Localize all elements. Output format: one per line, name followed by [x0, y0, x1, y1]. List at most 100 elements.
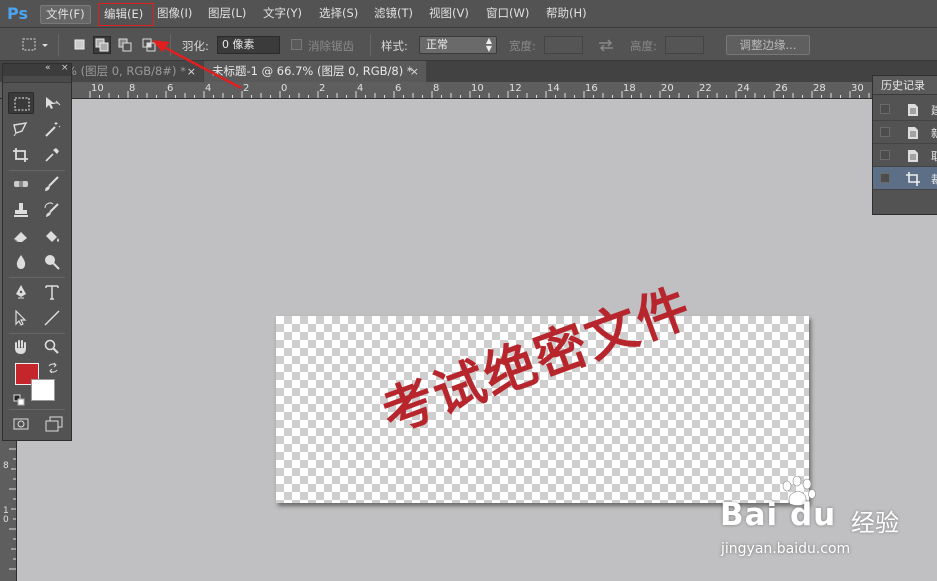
spot-healing-tool[interactable] [8, 173, 34, 195]
history-row[interactable]: 建 [873, 98, 937, 121]
quick-mask-icon[interactable] [12, 417, 30, 434]
ruler-tick-label: 4 [357, 83, 364, 94]
collapse-panel-icon[interactable]: « [45, 63, 51, 73]
antialias-label: 消除锯齿 [308, 39, 354, 53]
width-input[interactable] [544, 36, 583, 54]
text-icon [45, 285, 59, 300]
history-row[interactable]: 新 [873, 121, 937, 144]
menu-edit[interactable]: 编辑(E) [98, 3, 154, 26]
history-checkbox[interactable] [880, 150, 890, 160]
dodge-icon [45, 255, 60, 270]
tool-separator [9, 170, 65, 171]
dodge-tool[interactable] [39, 251, 65, 273]
history-brush-tool[interactable] [39, 199, 65, 221]
add-to-selection-icon[interactable] [93, 36, 111, 54]
history-row-active[interactable]: 裁 [873, 167, 937, 190]
history-panel-tab[interactable]: 历史记录 [873, 76, 937, 95]
antialias-checkbox[interactable] [291, 39, 302, 50]
eyedropper-icon [45, 148, 59, 162]
height-input[interactable] [665, 36, 704, 54]
brush-tool[interactable] [39, 173, 65, 195]
line-icon [44, 310, 60, 326]
menu-layer[interactable]: 图层(L) [203, 5, 251, 24]
menu-bar: Ps 文件(F) 编辑(E) 图像(I) 图层(L) 文字(Y) 选择(S) 滤… [0, 0, 937, 28]
feather-input[interactable]: 0 像素 [217, 36, 280, 54]
menu-help[interactable]: 帮助(H) [541, 5, 592, 24]
magnifier-icon [44, 339, 59, 354]
style-label: 样式: [381, 39, 408, 53]
close-panel-icon[interactable]: × [61, 63, 69, 73]
hand-icon [15, 340, 26, 354]
pen-tool[interactable] [8, 281, 34, 303]
history-checkbox[interactable] [880, 104, 890, 114]
options-separator [170, 34, 171, 56]
ruler-tick-label: 8 [433, 83, 440, 94]
ruler-tick-label: 24 [737, 83, 750, 94]
history-step-name: 取 [931, 150, 937, 163]
ruler-tick-label: 20 [661, 83, 674, 94]
subtract-from-selection-icon[interactable] [118, 38, 132, 52]
menu-select[interactable]: 选择(S) [314, 5, 363, 24]
history-checkbox[interactable] [880, 127, 890, 137]
path-selection-icon [15, 310, 27, 326]
screen-mode-icon[interactable] [44, 416, 64, 435]
ruler-tick-label: 2 [243, 83, 250, 94]
document-icon [908, 127, 918, 139]
history-panel: 历史记录 建 新 取 裁 [872, 75, 937, 215]
crop-icon [906, 172, 920, 186]
document-tab-active[interactable]: 未标题-1 @ 66.7% (图层 0, RGB/8) * × [204, 61, 426, 82]
ruler-tick-label: 28 [813, 83, 826, 94]
document-tab-previous[interactable]: % (图层 0, RGB/8#) * × [58, 61, 203, 82]
clone-stamp-tool[interactable] [8, 199, 34, 221]
path-selection-tool[interactable] [8, 307, 34, 329]
menu-view[interactable]: 视图(V) [424, 5, 474, 24]
move-tool[interactable] [39, 92, 65, 114]
ruler-tick-label: 6 [167, 83, 174, 94]
stamp-icon [14, 203, 28, 217]
ruler-tick-label: 1 0 [3, 506, 9, 525]
menu-filter[interactable]: 滤镜(T) [369, 5, 418, 24]
menu-type[interactable]: 文字(Y) [258, 5, 307, 24]
ruler-tick-label: 2 [319, 83, 326, 94]
line-tool[interactable] [39, 307, 65, 329]
crop-tool[interactable] [8, 144, 34, 166]
panel-grip[interactable] [3, 76, 71, 83]
ruler-tick-label: 26 [775, 83, 788, 94]
rectangular-marquee-tool[interactable] [8, 92, 34, 114]
zoom-tool[interactable] [39, 336, 65, 358]
magic-wand-tool[interactable] [39, 118, 65, 140]
style-select[interactable]: 正常 ▲ ▼ [419, 36, 497, 54]
marquee-tool-preset-icon[interactable] [22, 38, 50, 55]
eyedropper-tool[interactable] [39, 144, 65, 166]
new-selection-icon[interactable] [73, 38, 87, 52]
document-canvas[interactable]: 考试绝密文件 [276, 277, 809, 503]
type-tool[interactable] [39, 281, 65, 303]
history-checkbox[interactable] [880, 173, 890, 183]
refine-edge-button[interactable]: 调整边缘... [726, 35, 810, 55]
menu-window[interactable]: 窗口(W) [481, 5, 534, 24]
paint-bucket-tool[interactable] [39, 225, 65, 247]
intersect-selection-icon[interactable] [142, 38, 156, 52]
hand-tool[interactable] [8, 336, 34, 358]
brush-icon [45, 176, 59, 191]
blur-tool[interactable] [8, 251, 34, 273]
eraser-tool[interactable] [8, 225, 34, 247]
lasso-tool[interactable] [8, 118, 34, 140]
default-colors-icon[interactable] [13, 394, 25, 409]
history-step-name: 建 [931, 104, 937, 117]
swap-width-height-icon[interactable] [597, 38, 615, 55]
menu-file[interactable]: 文件(F) [40, 5, 91, 24]
close-tab-icon[interactable]: × [410, 61, 419, 82]
tool-separator [9, 333, 65, 334]
select-arrows-icon: ▲ ▼ [485, 36, 492, 53]
background-color-swatch[interactable] [31, 379, 55, 401]
close-tab-icon[interactable]: × [187, 61, 196, 82]
swap-colors-icon[interactable] [47, 362, 59, 377]
ruler-tick-label: 30 [851, 83, 864, 94]
history-row[interactable]: 取 [873, 144, 937, 167]
menu-image[interactable]: 图像(I) [152, 5, 197, 24]
ruler-tick-label: 10 [91, 83, 104, 94]
feather-label: 羽化: [182, 39, 209, 53]
pen-icon [16, 285, 26, 299]
lasso-icon [13, 122, 28, 137]
